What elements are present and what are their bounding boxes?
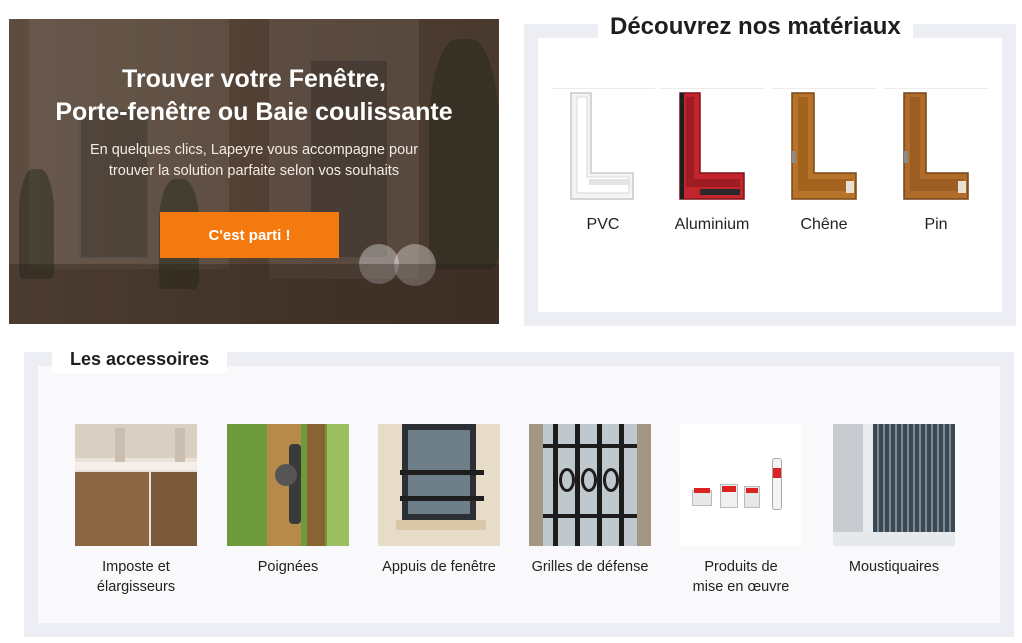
hero-background-plant [19,169,54,279]
accessory-label: Appuis de fenêtre [369,557,509,577]
hero-title: Trouver votre Fenêtre, Porte-fenêtre ou … [9,63,499,129]
material-pin[interactable]: Pin [884,88,988,234]
accessory-label-line2: mise en œuvre [692,579,790,595]
accessory-appuis[interactable]: Appuis de fenêtre [369,424,509,577]
material-label: PVC [586,216,620,233]
appuis-photo [378,424,500,546]
accessory-label-line1: Moustiquaires [848,559,940,575]
cest-parti-button[interactable]: C'est parti ! [160,212,339,258]
moustiquaires-photo [833,424,955,546]
material-label: Pin [924,216,948,233]
accessory-label-line2: élargisseurs [96,579,176,595]
materials-title: Découvrez nos matériaux [598,10,913,44]
hero-description-line1: En quelques clics, Lapeyre vous accompag… [89,142,419,158]
hero-banner: Trouver votre Fenêtre, Porte-fenêtre ou … [9,19,499,324]
accessory-produits[interactable]: Produits de mise en œuvre [671,424,811,597]
accessory-label-line1: Poignées [257,559,319,575]
material-pvc[interactable]: PVC [551,88,655,234]
produits-photo [680,424,802,546]
material-label: Chêne [800,216,848,233]
imposte-photo [75,424,197,546]
material-chene[interactable]: Chêne [772,88,876,234]
accessory-imposte[interactable]: Imposte et élargisseurs [66,424,206,597]
material-aluminium[interactable]: Aluminium [660,88,764,234]
hero-title-line2: Porte-fenêtre ou Baie coulissante [55,98,453,126]
accessory-label: Moustiquaires [824,557,964,577]
aluminium-profile-icon [660,88,764,212]
grilles-photo [529,424,651,546]
accessory-poignees[interactable]: Poignées [218,424,358,577]
accessory-label-line1: Appuis de fenêtre [382,559,496,575]
accessory-label: Produits de mise en œuvre [671,557,811,597]
accessory-label: Poignées [218,557,358,577]
accessory-label-line1: Grilles de défense [531,559,649,575]
hero-description: En quelques clics, Lapeyre vous accompag… [9,140,499,182]
accessory-label: Grilles de défense [520,557,660,577]
material-label: Aluminium [674,216,750,233]
accessory-grilles[interactable]: Grilles de défense [520,424,660,577]
hero-title-line1: Trouver votre Fenêtre, [122,65,386,93]
oak-profile-icon [772,88,876,212]
pvc-profile-icon [551,88,655,212]
hero-description-line2: trouver la solution parfaite selon vos s… [108,163,400,179]
accessory-label-line1: Produits de [704,559,778,575]
poignees-photo [227,424,349,546]
accessory-moustiquaires[interactable]: Moustiquaires [824,424,964,577]
accessory-label-line1: Imposte et [102,559,170,575]
hero-background-terrace [9,264,499,324]
pine-profile-icon [884,88,988,212]
accessory-label: Imposte et élargisseurs [66,557,206,597]
accessories-title: Les accessoires [52,345,228,373]
hero-background-window [79,109,149,259]
